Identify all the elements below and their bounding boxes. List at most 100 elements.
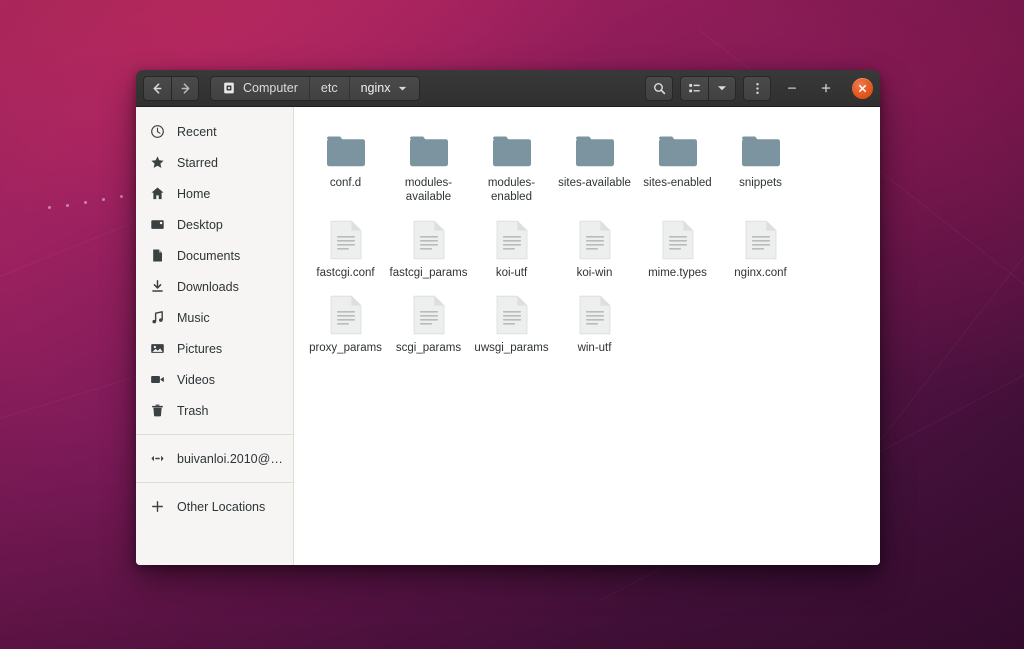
network-connect-icon: [150, 451, 165, 466]
sidebar-item-label: Home: [177, 186, 211, 201]
maximize-icon: [821, 83, 831, 93]
folder-icon: [326, 136, 365, 167]
sidebar-item-label: Music: [177, 310, 210, 325]
item-label: modules-available: [404, 177, 453, 204]
file-icon: [413, 295, 444, 335]
menu-button[interactable]: [743, 75, 771, 101]
sidebar-item-other-locations[interactable]: Other Locations: [136, 491, 293, 522]
breadcrumb-item-nginx[interactable]: nginx: [350, 77, 420, 100]
file-item[interactable]: scgi_params: [387, 284, 470, 359]
sidebar-item-pictures[interactable]: Pictures: [136, 333, 293, 364]
close-button[interactable]: [852, 77, 873, 99]
folder-icon: [492, 136, 531, 167]
file-icon: [496, 295, 527, 335]
chevron-down-icon: [399, 86, 407, 91]
folder-item[interactable]: conf.d: [304, 119, 387, 209]
sidebar-item-label: Desktop: [177, 217, 223, 232]
chevron-down-icon: [718, 86, 726, 91]
file-list-area[interactable]: conf.d modules-available modules-enabled si…: [294, 107, 880, 565]
file-item[interactable]: fastcgi.conf: [304, 209, 387, 284]
file-icon: [496, 220, 527, 259]
file-icon: [745, 220, 776, 259]
folder-icon: [741, 136, 780, 167]
sidebar-item-documents[interactable]: Documents: [136, 240, 293, 271]
sidebar-item-music[interactable]: Music: [136, 302, 293, 333]
item-label: fastcgi_params: [389, 266, 468, 279]
computer-icon: [224, 82, 234, 94]
file-icon-wrap: [578, 215, 612, 261]
sidebar-item-label: Documents: [177, 248, 241, 263]
file-icon: [579, 220, 610, 259]
sidebar-item-downloads[interactable]: Downloads: [136, 271, 293, 302]
view-dropdown-button[interactable]: [708, 75, 736, 101]
desktop-icon: [150, 217, 165, 232]
file-icon: [330, 295, 361, 335]
item-label: sites-enabled: [643, 177, 712, 189]
breadcrumb-label: etc: [320, 81, 338, 95]
file-icon: [413, 220, 444, 259]
search-icon: [653, 82, 665, 94]
maximize-button[interactable]: [813, 75, 839, 101]
arrow-left-icon: [153, 82, 162, 94]
view-options-button[interactable]: [680, 75, 708, 101]
download-icon: [150, 279, 165, 294]
sidebar-divider: [136, 482, 293, 483]
sidebar-item-label: Downloads: [177, 279, 239, 294]
file-item[interactable]: mime.types: [636, 209, 719, 284]
file-icon-wrap: [329, 290, 363, 336]
item-label: sites-available: [558, 177, 631, 189]
sidebar-item-recent[interactable]: Recent: [136, 116, 293, 147]
item-label: scgi_params: [395, 342, 462, 355]
file-item[interactable]: koi-win: [553, 209, 636, 284]
sidebar-item-videos[interactable]: Videos: [136, 364, 293, 395]
forward-button[interactable]: [171, 75, 199, 101]
folder-icon-wrap: [740, 125, 782, 171]
item-label: mime.types: [648, 266, 707, 279]
item-label: fastcgi.conf: [316, 266, 375, 279]
file-icon: [662, 220, 693, 259]
folder-item[interactable]: sites-available: [553, 119, 636, 209]
arrow-right-icon: [181, 82, 189, 94]
file-icon-wrap: [329, 215, 363, 261]
file-item[interactable]: nginx.conf: [719, 209, 802, 284]
file-item[interactable]: fastcgi_params: [387, 209, 470, 284]
sidebar-item-label: Pictures: [177, 341, 223, 356]
file-manager-window: Computer etc nginx Recent Starred Home D…: [136, 70, 880, 565]
sidebar-item-home[interactable]: Home: [136, 178, 293, 209]
sidebar-item-desktop[interactable]: Desktop: [136, 209, 293, 240]
folder-item[interactable]: sites-enabled: [636, 119, 719, 209]
file-icon-wrap: [412, 290, 446, 336]
music-note-icon: [150, 310, 165, 325]
item-label: win-utf: [577, 342, 612, 355]
back-button[interactable]: [143, 75, 171, 101]
video-camera-icon: [150, 372, 165, 387]
sidebar-item-label: Recent: [177, 124, 217, 139]
file-item[interactable]: proxy_params: [304, 284, 387, 359]
sidebar-item-label: Starred: [177, 155, 218, 170]
file-icon: [330, 220, 361, 259]
search-button[interactable]: [645, 75, 673, 101]
folder-icon: [658, 136, 697, 167]
sidebar-divider: [136, 434, 293, 435]
file-item[interactable]: uwsgi_params: [470, 284, 553, 359]
folder-icon-wrap: [657, 125, 699, 171]
clock-icon: [150, 124, 165, 139]
sidebar-item-account[interactable]: buivanloi.2010@g…: [136, 443, 293, 474]
item-label: conf.d: [329, 177, 362, 189]
minimize-button[interactable]: [779, 75, 805, 101]
breadcrumb-item-etc[interactable]: etc: [310, 76, 350, 100]
file-item[interactable]: koi-utf: [470, 209, 553, 284]
sidebar-item-starred[interactable]: Starred: [136, 147, 293, 178]
folder-item[interactable]: snippets: [719, 119, 802, 209]
item-label: nginx.conf: [734, 266, 787, 279]
sidebar-item-trash[interactable]: Trash: [136, 395, 293, 426]
trash-icon: [150, 403, 165, 418]
sidebar-item-label: Trash: [177, 403, 209, 418]
file-icon: [579, 295, 610, 335]
item-label: modules-enabled: [487, 177, 536, 204]
folder-item[interactable]: modules-enabled: [470, 119, 553, 209]
file-item[interactable]: win-utf: [553, 284, 636, 359]
breadcrumb-item-computer[interactable]: Computer: [211, 76, 310, 100]
minimize-icon: [788, 87, 796, 89]
folder-item[interactable]: modules-available: [387, 119, 470, 209]
